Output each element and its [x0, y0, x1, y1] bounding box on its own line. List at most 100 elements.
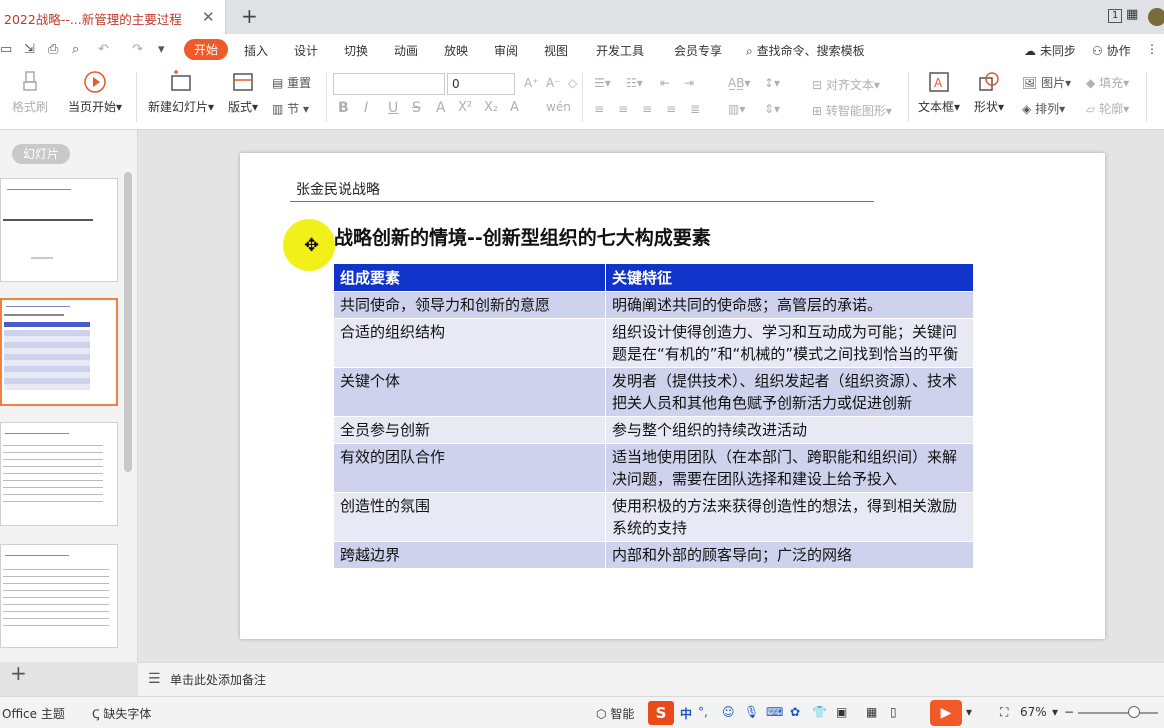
new-slide-button[interactable]: 新建幻灯片▾	[148, 70, 214, 115]
play-from-current-button[interactable]: 当页开始▾	[68, 70, 122, 115]
increase-indent-icon[interactable]: ⇥	[684, 76, 694, 90]
theme-label[interactable]: Office 主题	[2, 705, 65, 722]
more-menu-icon[interactable]: ⋮	[1146, 42, 1158, 56]
reading-view-icon[interactable]: ▯	[890, 705, 897, 719]
section-button[interactable]: ▥ 节 ▾	[272, 100, 309, 117]
menu-home[interactable]: 开始	[184, 39, 229, 60]
decrease-indent-icon[interactable]: ⇤	[660, 76, 670, 90]
font-size-select[interactable]: 0	[447, 73, 515, 95]
align-center-icon[interactable]: ≡	[618, 102, 628, 116]
subscript-icon[interactable]: X₂	[484, 100, 498, 115]
zoom-slider[interactable]	[1078, 712, 1158, 714]
slides-tab[interactable]: 幻灯片	[12, 144, 70, 164]
textbox-button[interactable]: A 文本框▾	[918, 70, 960, 115]
skin-icon[interactable]: ✿	[790, 705, 800, 719]
notes-pane[interactable]: ☰ 单击此处添加备注	[138, 662, 1164, 696]
align-right-icon[interactable]: ≡	[642, 102, 652, 116]
missing-font-button[interactable]: Ꞔ 缺失字体	[92, 705, 151, 722]
menu-animation[interactable]: 动画	[394, 42, 418, 59]
format-painter-button[interactable]: 格式刷	[12, 70, 48, 115]
font-name-select[interactable]	[333, 73, 445, 95]
zoom-slider-handle[interactable]	[1128, 706, 1140, 718]
avatar[interactable]	[1148, 8, 1164, 26]
thumbnail-scrollbar[interactable]	[124, 172, 132, 472]
quick-access-dropdown-icon[interactable]: ▾	[158, 42, 165, 57]
save-icon[interactable]: ▭	[0, 42, 12, 57]
microphone-icon[interactable]: 🎙	[744, 705, 759, 719]
italic-icon[interactable]: I	[364, 100, 368, 116]
print-icon[interactable]: ⎙	[48, 42, 58, 57]
justify-icon[interactable]: ≡	[666, 102, 676, 116]
convert-smartart-button[interactable]: ⊞ 转智能图形▾	[812, 102, 892, 119]
undo-icon[interactable]: ↶	[98, 42, 109, 57]
paragraph-spacing-icon[interactable]: ⇕▾	[764, 102, 780, 116]
tile-windows-icon[interactable]: ▦	[1126, 7, 1138, 22]
menu-slideshow[interactable]: 放映	[444, 42, 468, 59]
window-count-badge[interactable]: 1	[1108, 9, 1123, 23]
sync-status-button[interactable]: ☁ 未同步	[1024, 42, 1076, 59]
sorter-view-icon[interactable]: ▦	[866, 705, 877, 719]
preview-icon[interactable]: ⌕	[72, 42, 79, 57]
clear-format-icon[interactable]: ◇	[568, 76, 577, 90]
zoom-dropdown-icon[interactable]: ▾	[1052, 705, 1058, 719]
export-icon[interactable]: ⇲	[24, 42, 35, 57]
slide-title[interactable]: 战略创新的情境--创新型组织的七大构成要素	[334, 223, 711, 250]
new-tab-icon[interactable]: +	[241, 4, 258, 28]
document-tab[interactable]: 2022战略--...新管理的主要过程 ✕	[0, 0, 226, 34]
numbered-list-icon[interactable]: ☷▾	[626, 76, 643, 90]
slide-thumbnail-4[interactable]	[0, 544, 118, 648]
menu-member[interactable]: 会员专享	[674, 42, 722, 59]
shadow-icon[interactable]: A	[436, 100, 446, 116]
outline-button[interactable]: ▱ 轮廓▾	[1086, 100, 1129, 117]
play-slideshow-button[interactable]: ▶	[930, 700, 962, 726]
slide[interactable]: 张金民说战略 战略创新的情境--创新型组织的七大构成要素 ✥ 组成要素 关键特征…	[240, 153, 1105, 639]
align-text-button[interactable]: ⊟ 对齐文本▾	[812, 76, 880, 93]
layout-button[interactable]: 版式▾	[228, 70, 258, 115]
redo-icon[interactable]: ↷	[132, 42, 143, 57]
command-search[interactable]: ⌕ 查找命令、搜索模板	[746, 42, 865, 59]
menu-view[interactable]: 视图	[544, 42, 568, 59]
menu-developer[interactable]: 开发工具	[596, 42, 644, 59]
font-grow-icon[interactable]: A⁺	[524, 76, 539, 90]
bold-icon[interactable]: B	[338, 100, 349, 116]
ime-mode-indicator[interactable]: 中	[680, 705, 692, 722]
play-dropdown-icon[interactable]: ▾	[966, 705, 972, 719]
components-table[interactable]: 组成要素 关键特征 共同使命，领导力和创新的意愿 明确阐述共同的使命感；高管层的…	[333, 263, 974, 569]
keyboard-icon[interactable]: ⌨	[766, 705, 783, 719]
fit-window-icon[interactable]: ⛶	[1000, 705, 1008, 720]
shape-button[interactable]: 形状▾	[974, 70, 1004, 115]
tab-close-icon[interactable]: ✕	[202, 8, 215, 26]
slide-thumbnail-3[interactable]	[0, 422, 118, 526]
superscript-icon[interactable]: X²	[458, 100, 472, 115]
bullet-list-icon[interactable]: ☰▾	[594, 76, 611, 90]
add-slide-icon[interactable]: +	[10, 661, 27, 685]
arrange-button[interactable]: ◈ 排列▾	[1022, 100, 1065, 117]
text-direction-icon[interactable]: A̲B̲▾	[728, 76, 750, 90]
ime-logo-icon[interactable]: S	[648, 701, 674, 725]
smart-button[interactable]: ⬡ 智能	[596, 705, 634, 722]
slide-thumbnail-1[interactable]	[0, 178, 118, 282]
distribute-icon[interactable]: ≣	[690, 102, 700, 116]
line-spacing-icon[interactable]: ↕▾	[764, 76, 780, 90]
reset-button[interactable]: ▤ 重置	[272, 74, 311, 91]
font-color-icon[interactable]: A	[510, 100, 519, 115]
normal-view-icon[interactable]: ▣	[836, 705, 847, 719]
fill-button[interactable]: ◆ 填充▾	[1086, 74, 1129, 91]
underline-icon[interactable]: U	[388, 100, 398, 116]
align-left-icon[interactable]: ≡	[594, 102, 604, 116]
pinyin-icon[interactable]: wén	[546, 100, 571, 114]
menu-review[interactable]: 审阅	[494, 42, 518, 59]
shirt-icon[interactable]: 👕	[812, 705, 827, 719]
picture-button[interactable]: 🖼 图片▾	[1022, 74, 1071, 91]
collab-button[interactable]: ⚇ 协作	[1092, 42, 1131, 59]
menu-transition[interactable]: 切换	[344, 42, 368, 59]
menu-design[interactable]: 设计	[294, 42, 318, 59]
slide-thumbnail-2[interactable]	[0, 298, 118, 406]
zoom-out-icon[interactable]: −	[1064, 705, 1074, 719]
columns-icon[interactable]: ▥▾	[728, 102, 745, 116]
punctuation-icon[interactable]: °,	[698, 705, 708, 719]
emoji-icon[interactable]: ☺	[722, 705, 735, 719]
font-shrink-icon[interactable]: A⁻	[546, 76, 561, 90]
menu-insert[interactable]: 插入	[244, 42, 268, 59]
zoom-level[interactable]: 67%	[1020, 705, 1047, 719]
